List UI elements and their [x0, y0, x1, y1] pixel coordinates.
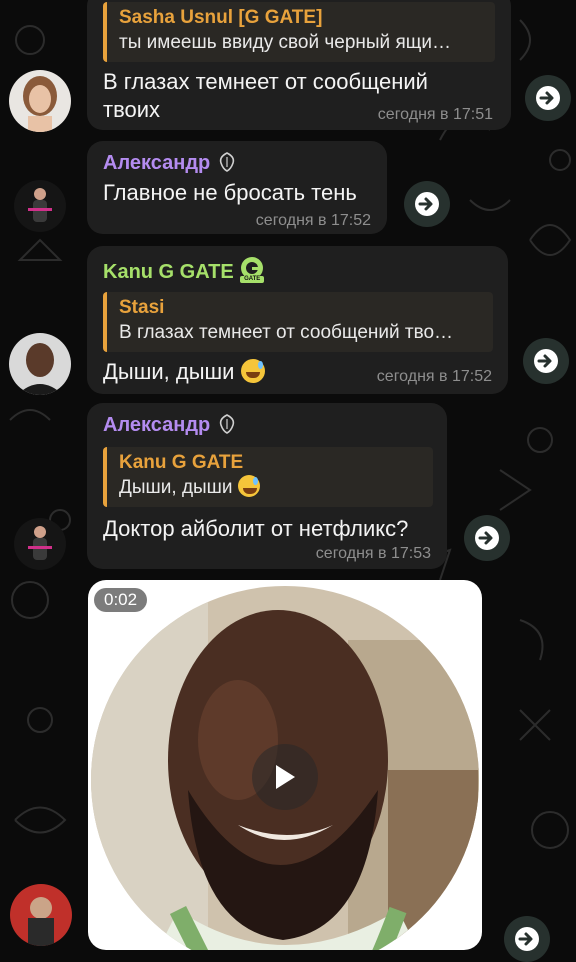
- message-text: Доктор айболит от нетфликс?: [103, 516, 409, 541]
- share-arrow-icon: [534, 349, 558, 373]
- reply-author: Sasha Usnul [G GATE]: [119, 7, 323, 28]
- video-note-bubble[interactable]: 0:02: [88, 580, 482, 950]
- avatar-bottom[interactable]: [10, 884, 72, 946]
- share-arrow-icon: [415, 192, 439, 216]
- avatar-sasha[interactable]: [9, 70, 71, 132]
- reply-text: ты имеешь ввиду свой черный ящи…: [119, 32, 451, 53]
- share-button[interactable]: [464, 515, 510, 561]
- avatar-alexander[interactable]: [14, 180, 66, 232]
- reply-quote[interactable]: Stasi В глазах темнеет от сообщений тво…: [103, 292, 493, 352]
- play-button[interactable]: [252, 744, 318, 810]
- share-button[interactable]: [525, 75, 571, 121]
- sender-name[interactable]: Александр: [103, 414, 210, 436]
- sender-row: Александр: [103, 151, 371, 175]
- sweat-smile-emoji-icon: [240, 359, 265, 383]
- message-bubble[interactable]: Александр Главное не бросать тень сегодн…: [87, 141, 387, 234]
- message-text-content: Дыши, дыши: [103, 359, 235, 384]
- verified-badge-icon: GATE: [238, 256, 266, 284]
- message-time: сегодня в 17:53: [315, 545, 431, 562]
- reply-text-content: Дыши, дыши: [119, 477, 233, 498]
- message-time: сегодня в 17:51: [377, 106, 493, 123]
- share-arrow-icon: [536, 86, 560, 110]
- share-arrow-icon: [475, 526, 499, 550]
- sender-status-icon: [219, 414, 234, 434]
- share-arrow-icon: [515, 927, 539, 951]
- sender-row: Александр: [103, 413, 431, 437]
- play-icon: [276, 765, 295, 789]
- share-button[interactable]: [523, 338, 569, 384]
- sender-name[interactable]: Александр: [103, 152, 210, 174]
- reply-text: Дыши, дыши: [119, 475, 423, 501]
- reply-author: Stasi: [119, 297, 165, 318]
- badge-label: GATE: [244, 276, 261, 282]
- avatar-alexander[interactable]: [14, 518, 66, 570]
- reply-quote[interactable]: Kanu G GATE Дыши, дыши: [103, 447, 433, 507]
- reply-author: Kanu G GATE: [119, 452, 244, 473]
- message-bubble[interactable]: Kanu G GATE GATE Stasi В глазах темнеет …: [87, 246, 508, 394]
- message-text: Главное не бросать тень: [103, 180, 357, 205]
- message-bubble[interactable]: Александр Kanu G GATE Дыши, дыши Доктор …: [87, 403, 447, 569]
- message-bubble[interactable]: Sasha Usnul [G GATE] ты имеешь ввиду сво…: [87, 0, 511, 130]
- message-text-line: В глазах темнеет от сообщений: [103, 69, 428, 94]
- share-button[interactable]: [504, 916, 550, 962]
- sender-status-icon: [219, 152, 234, 172]
- sweat-smile-emoji-icon: [237, 475, 260, 497]
- sender-row: Kanu G GATE GATE: [103, 256, 492, 284]
- sender-name[interactable]: Kanu G GATE: [103, 261, 234, 283]
- avatar-kanu[interactable]: [9, 333, 71, 395]
- share-button[interactable]: [404, 181, 450, 227]
- video-duration-badge: 0:02: [94, 588, 148, 612]
- reply-text: В глазах темнеет от сообщений тво…: [119, 322, 454, 343]
- message-time: сегодня в 17:52: [255, 212, 371, 229]
- message-time: сегодня в 17:52: [376, 368, 492, 385]
- reply-quote[interactable]: Sasha Usnul [G GATE] ты имеешь ввиду сво…: [103, 2, 495, 62]
